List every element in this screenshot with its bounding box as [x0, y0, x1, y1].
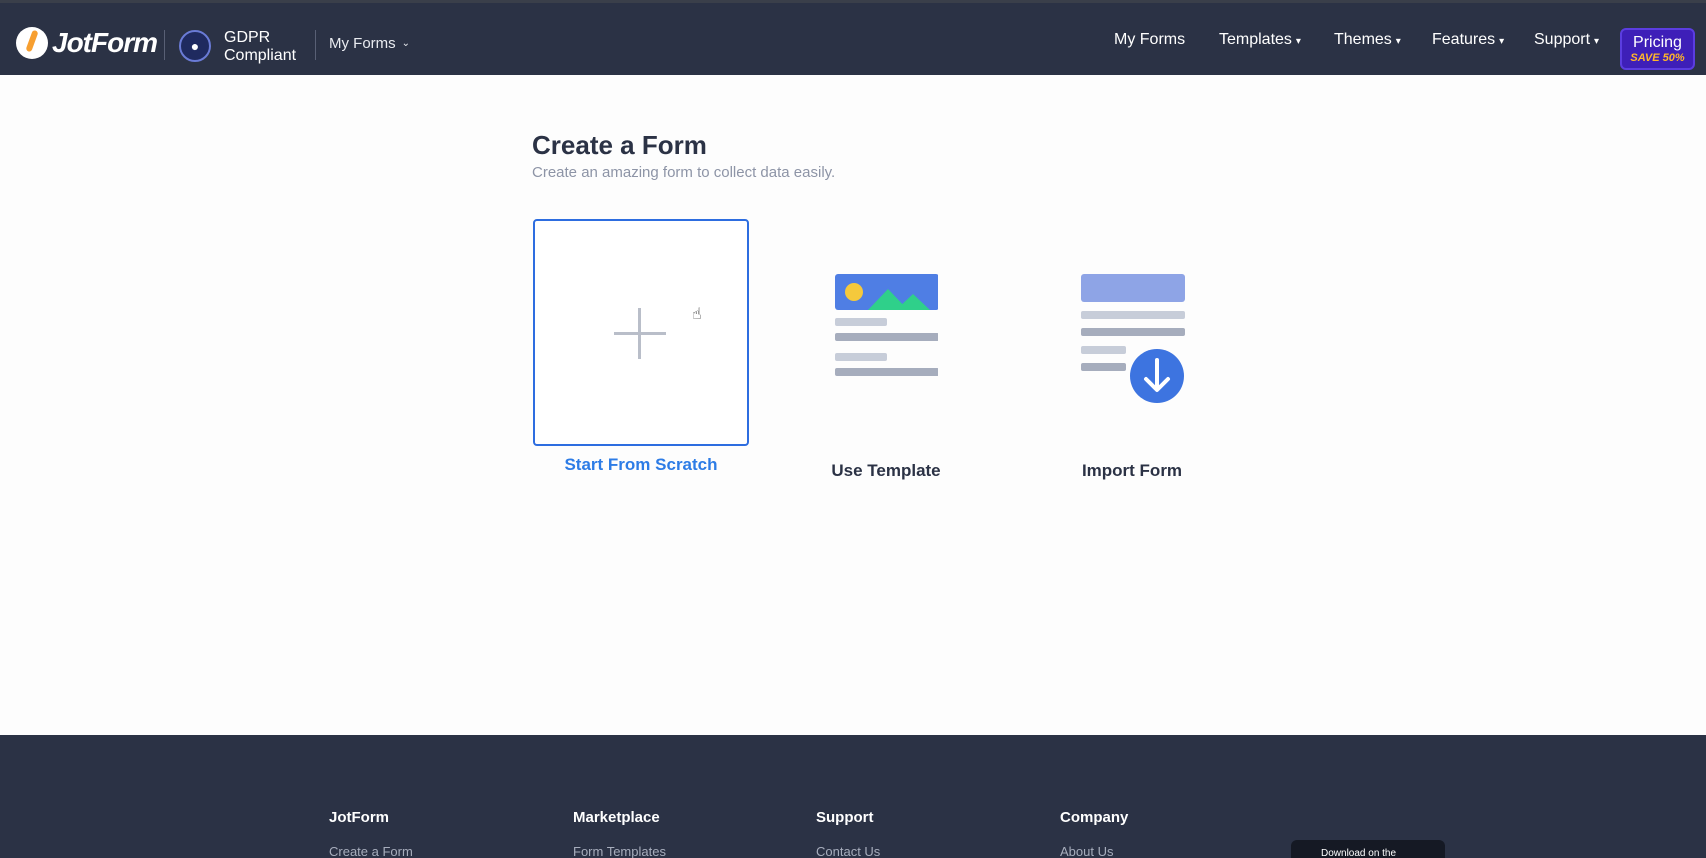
jotform-logo-icon [16, 27, 48, 59]
caret-down-icon: ▾ [1295, 36, 1301, 47]
app-store-button[interactable]: Download on the [1291, 840, 1445, 858]
footer-heading-jotform: JotForm [329, 809, 389, 826]
mouse-cursor-icon: ☝ [692, 306, 702, 323]
pricing-button[interactable]: Pricing SAVE 50% [1620, 28, 1695, 70]
import-line [1081, 363, 1126, 371]
footer-link-contact-us[interactable]: Contact Us [816, 844, 880, 858]
start-from-scratch-label[interactable]: Start From Scratch [531, 455, 751, 475]
template-line [835, 368, 938, 376]
footer-heading-support: Support [816, 809, 874, 826]
caret-down-icon: ▾ [1499, 36, 1505, 47]
page-subtitle: Create an amazing form to collect data e… [532, 164, 836, 181]
template-line [835, 353, 887, 361]
footer-link-form-templates[interactable]: Form Templates [573, 844, 666, 858]
pricing-label: Pricing [1633, 34, 1682, 51]
gdpr-lock-icon: ● [179, 30, 211, 62]
nav-support-label: Support [1534, 31, 1591, 48]
import-header-block [1081, 274, 1185, 302]
import-icon[interactable] [1076, 270, 1188, 406]
gdpr-line-2: Compliant [224, 47, 297, 64]
nav-divider [164, 30, 165, 60]
nav-templates[interactable]: Templates ▾ [1219, 31, 1301, 49]
footer [0, 735, 1706, 858]
page-title: Create a Form [532, 130, 707, 160]
nav-features[interactable]: Features ▾ [1432, 31, 1504, 49]
brand-name: JotForm [52, 27, 158, 58]
gdpr-label: GDPR Compliant [224, 29, 296, 65]
import-line [1081, 311, 1185, 319]
plus-icon [638, 308, 641, 359]
template-line [835, 318, 887, 326]
use-template-label[interactable]: Use Template [776, 461, 996, 481]
caret-down-icon: ▾ [1395, 36, 1401, 47]
template-sun-shape [845, 283, 863, 301]
nav-themes[interactable]: Themes ▾ [1334, 31, 1401, 49]
caret-down-icon: ▾ [1594, 36, 1600, 47]
nav-my-forms-label: My Forms [1114, 31, 1186, 48]
nav-my-forms[interactable]: My Forms [1114, 31, 1185, 49]
nav-themes-label: Themes [1334, 31, 1392, 48]
nav-templates-label: Templates [1219, 31, 1292, 48]
import-line [1081, 346, 1126, 354]
footer-heading-marketplace: Marketplace [573, 809, 660, 826]
pricing-badge: SAVE 50% [1630, 52, 1685, 64]
footer-heading-company: Company [1060, 809, 1129, 826]
app-store-label: Download on the [1321, 848, 1397, 858]
template-line [835, 333, 938, 341]
gdpr-line-1: GDPR [224, 29, 271, 46]
import-line [1081, 328, 1185, 336]
myforms-dropdown-label: My Forms [329, 35, 396, 52]
import-form-label[interactable]: Import Form [1022, 461, 1242, 481]
nav-features-label: Features [1432, 31, 1496, 48]
footer-link-create-form[interactable]: Create a Form [329, 844, 413, 858]
footer-link-about-us[interactable]: About Us [1060, 844, 1113, 858]
template-icon[interactable] [830, 270, 938, 382]
nav-support[interactable]: Support ▾ [1534, 31, 1599, 49]
chevron-down-icon: ⌄ [401, 38, 411, 49]
nav-divider [315, 30, 316, 60]
myforms-dropdown[interactable]: My Forms ⌄ [329, 35, 410, 52]
jotform-logo[interactable]: JotForm [16, 27, 158, 59]
